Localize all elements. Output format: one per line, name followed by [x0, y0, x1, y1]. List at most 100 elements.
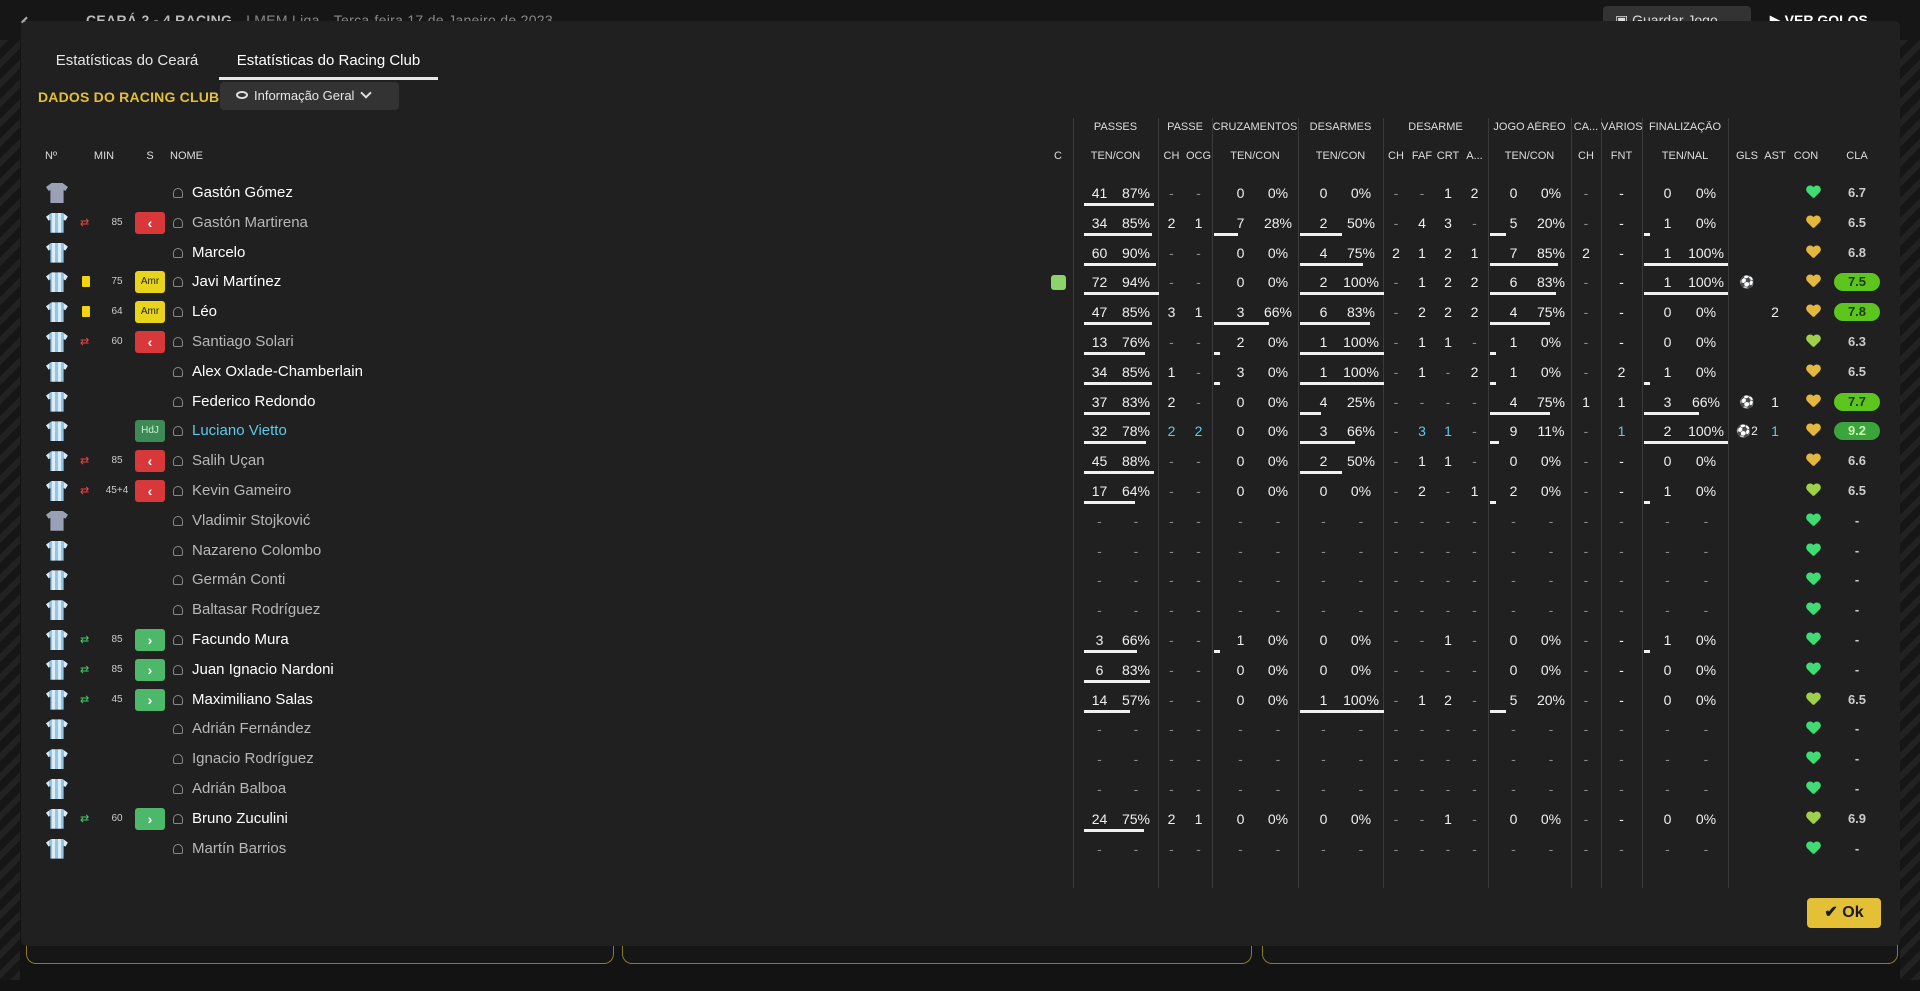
column-header[interactable]: Nº — [38, 150, 64, 170]
stat-value: 0% — [1267, 661, 1289, 678]
column-header[interactable]: TEN/CON — [1212, 150, 1298, 170]
column-header[interactable]: TEN/NAL — [1642, 150, 1728, 170]
person-icon — [173, 575, 183, 586]
column-header[interactable]: OCG — [1185, 150, 1212, 170]
stat-value: - — [1619, 691, 1624, 708]
column-header[interactable]: TEN/CON — [1073, 150, 1158, 170]
column-header[interactable]: CON — [1789, 150, 1823, 170]
table-row[interactable]: Adrián Fernández - - - - - - - - - - - - - - - - - - - — [38, 714, 1880, 744]
column-header[interactable]: C — [1048, 150, 1068, 170]
stat-value: - — [1619, 304, 1624, 321]
table-row[interactable]: ⇄ 85 › Juan Ignacio Nardoni 6 83% - -0 0% 0 0% - - - -… — [38, 655, 1880, 685]
column-header[interactable]: CRT — [1435, 150, 1461, 170]
player-name[interactable]: Vladimir Stojković — [192, 506, 310, 536]
stat-value: - — [1393, 393, 1399, 410]
column-header[interactable]: FNT — [1601, 150, 1642, 170]
player-name[interactable]: Javi Martínez — [192, 267, 281, 297]
view-dropdown[interactable]: Informação Geral — [220, 82, 399, 110]
table-row[interactable]: ⇄ 85 › Facundo Mura 3 66% - -1 0% 0 0% - -1-0 0% - -1 0%… — [38, 625, 1880, 655]
table-row[interactable]: ⇄ 45 › Maximiliano Salas 14 57% - -0 0% 1 100% -1 2-… — [38, 685, 1880, 715]
player-rating: - — [1854, 840, 1860, 856]
table-row[interactable]: Nazareno Colombo - - - - - - - - - - - - - - - - - - - — [38, 536, 1880, 566]
success-bar — [1644, 292, 1728, 296]
stat-value: - — [1321, 781, 1326, 797]
player-name[interactable]: Germán Conti — [192, 565, 285, 595]
table-row[interactable]: Alex Oxlade-Chamberlain 34 85% 1-3 0% 1 100% -1… — [38, 357, 1880, 387]
table-row[interactable]: ⇄ 60 ‹ Santiago Solari 13 76% - -2 0% 1 100% -1 1-1 0… — [38, 327, 1880, 357]
table-row[interactable]: Gastón Gómez 41 87% - -0 0% 0 0% - -1 2 0 0% - -0 0% 6.7 — [38, 178, 1880, 208]
table-row[interactable]: Baltasar Rodríguez - - - - - - - - - - - - - - - - - - - — [38, 595, 1880, 625]
table-row[interactable]: Ignacio Rodríguez - - - - - - - - - - - - - - - - - - - — [38, 744, 1880, 774]
player-name[interactable]: Facundo Mura — [192, 625, 289, 655]
player-name[interactable]: Maximiliano Salas — [192, 685, 313, 715]
player-name[interactable]: Martín Barrios — [192, 834, 286, 864]
column-header[interactable]: CH — [1571, 150, 1601, 170]
table-row[interactable]: HdJ Luciano Vietto 32 78% 2 2 0 0% 3 66% -3 1-9 11% -… — [38, 416, 1880, 446]
success-bar — [1300, 262, 1363, 266]
table-row[interactable]: 64 Amr Léo 47 85% 3 1 3 66% 6 83% -2 2 2 4 75% - -0 0% 2 7.8 — [38, 297, 1880, 327]
table-row[interactable]: ⇄ 85 ‹ Salih Uçan 45 88% - -0 0% 2 50% -1 1-0 0% - -0 0%… — [38, 446, 1880, 476]
column-header[interactable]: CH — [1158, 150, 1185, 170]
player-name[interactable]: Gastón Gómez — [192, 178, 293, 208]
column-header[interactable]: NOME — [170, 150, 250, 170]
player-name[interactable]: Bruno Zuculini — [192, 804, 288, 834]
player-rating: - — [1854, 661, 1860, 677]
column-header[interactable]: S — [134, 150, 166, 170]
stat-value: 0% — [1350, 661, 1372, 678]
column-header[interactable]: MIN — [78, 150, 130, 170]
success-bar — [1084, 381, 1152, 385]
player-name[interactable]: Adrián Balboa — [192, 774, 286, 804]
table-row[interactable]: ⇄ 45+4 ‹ Kevin Gameiro 17 64% - -0 0% 0 0% -2-1 2 0% -… — [38, 476, 1880, 506]
stat-value: 2 — [1470, 274, 1479, 291]
stat-value: 0 — [1319, 661, 1328, 678]
player-name[interactable]: Juan Ignacio Nardoni — [192, 655, 334, 685]
table-row[interactable]: Vladimir Stojković - - - - - - - - - - - - - - - - - - - — [38, 506, 1880, 536]
stat-value: - — [1583, 483, 1589, 499]
player-name[interactable]: Luciano Vietto — [192, 416, 287, 446]
column-header[interactable]: CLA — [1834, 150, 1880, 170]
column-header[interactable]: TEN/CON — [1298, 150, 1383, 170]
column-header[interactable]: A... — [1461, 150, 1488, 170]
sub-off-badge: ‹ — [135, 211, 165, 234]
table-row[interactable]: Martín Barrios - - - - - - - - - - - - - - - - - - - — [38, 834, 1880, 864]
stat-value: 2 — [1167, 214, 1176, 231]
stat-value: 2 — [1509, 483, 1518, 499]
table-row[interactable]: 75 Amr Javi Martínez 72 94% - -0 0% 2 100% -1 2 2 6 83… — [38, 267, 1880, 297]
column-header[interactable]: TEN/CON — [1488, 150, 1571, 170]
stat-value: - — [1511, 781, 1516, 797]
table-row[interactable]: ⇄ 85 ‹ Gastón Martirena 34 85% 2 1 7 28% 2 50% -4 3-5… — [38, 208, 1880, 238]
column-header[interactable]: GLS — [1733, 150, 1761, 170]
table-row[interactable]: Germán Conti - - - - - - - - - - - - - - - - - - - — [38, 565, 1880, 595]
player-name[interactable]: Baltasar Rodríguez — [192, 595, 320, 625]
player-name[interactable]: Salih Uçan — [192, 446, 265, 476]
table-row[interactable]: ⇄ 60 › Bruno Zuculini 24 75% 2 1 0 0% 0 0% - -1-0 0% - -… — [38, 804, 1880, 834]
tab-ceara-stats[interactable]: Estatísticas do Ceará — [36, 48, 218, 80]
tab-racing-stats[interactable]: Estatísticas do Racing Club — [219, 48, 438, 80]
stat-value: - — [1665, 602, 1670, 619]
stat-value: 0 — [1236, 810, 1245, 827]
stat-value: 0% — [1540, 483, 1562, 499]
table-row[interactable]: Marcelo 60 90% - -0 0% 4 75% 2 1 2 1 7 85% 2-1 100% 6.8 — [38, 238, 1880, 268]
group-header: FINALIZAÇÃO — [1648, 121, 1722, 133]
player-name[interactable]: Marcelo — [192, 238, 245, 268]
player-name[interactable]: Adrián Fernández — [192, 714, 311, 744]
ok-button[interactable]: ✔ Ok — [1807, 898, 1881, 928]
stat-value: 2 — [1167, 423, 1176, 440]
stat-value: - — [1419, 602, 1425, 619]
column-header[interactable]: CH — [1383, 150, 1409, 170]
morale-heart-icon — [1806, 186, 1820, 199]
minute: 45 — [111, 693, 123, 705]
table-row[interactable]: Adrián Balboa - - - - - - - - - - - - - - - - - - - — [38, 774, 1880, 804]
column-header[interactable]: FAF — [1409, 150, 1435, 170]
stat-value: 0% — [1695, 691, 1717, 708]
player-name[interactable]: Gastón Martirena — [192, 208, 308, 238]
player-name[interactable]: Léo — [192, 297, 217, 327]
player-name[interactable]: Federico Redondo — [192, 387, 315, 417]
player-name[interactable]: Kevin Gameiro — [192, 476, 291, 506]
player-name[interactable]: Alex Oxlade-Chamberlain — [192, 357, 363, 387]
player-name[interactable]: Santiago Solari — [192, 327, 294, 357]
player-name[interactable]: Nazareno Colombo — [192, 536, 321, 566]
column-header[interactable]: AST — [1761, 150, 1789, 170]
table-row[interactable]: Federico Redondo 37 83% 2-0 0% 4 25% - - - -4 75% 1 1… — [38, 387, 1880, 417]
player-name[interactable]: Ignacio Rodríguez — [192, 744, 314, 774]
